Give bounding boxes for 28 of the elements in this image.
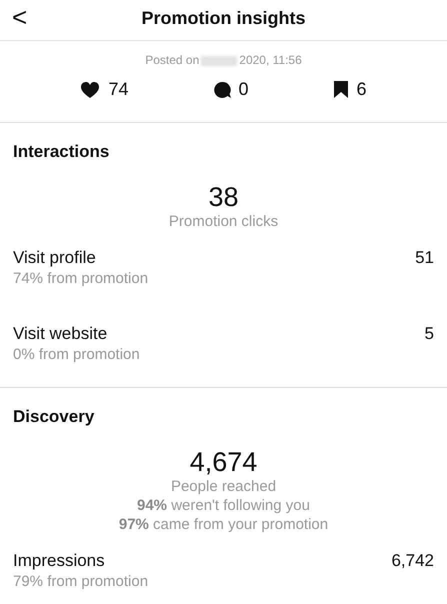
metric-label: Promotion clicks [168,212,280,232]
posted-date: 2020, 11:56 [239,53,302,67]
stat-subtext: 74% from promotion [13,269,148,290]
heart-icon [80,80,100,98]
posted-label: Posted on [145,53,200,67]
stat-subtext: 0% from promotion [13,345,140,366]
speech-bubble-icon [212,80,230,98]
section-heading: Discovery [12,406,96,428]
stat-label: Impressions [13,550,106,572]
stat-label: Visit profile [13,247,97,270]
stat-value: 5 [424,323,434,346]
metric-value: 38 [207,182,240,212]
metric-note: 94% weren't following you [136,496,311,516]
metric-note: 97% came from your promotion [118,515,330,534]
stat-value: 6,742 [391,550,434,572]
page-title: Promotion insights [142,8,306,28]
redaction-blur [201,56,238,66]
stat-count: 6 [356,78,367,101]
metric-label: People reached [170,477,278,496]
stat-subtext: 79% from promotion [13,572,148,592]
stat-value: 51 [415,247,434,270]
stat-label: Visit website [13,323,108,346]
stat-count: 0 [238,78,249,101]
section-heading: Interactions [12,141,110,163]
bookmark-icon [332,80,349,99]
stat-count: 74 [108,78,128,101]
back-button[interactable]: < [8,2,32,32]
metric-value: 4,674 [188,448,258,478]
